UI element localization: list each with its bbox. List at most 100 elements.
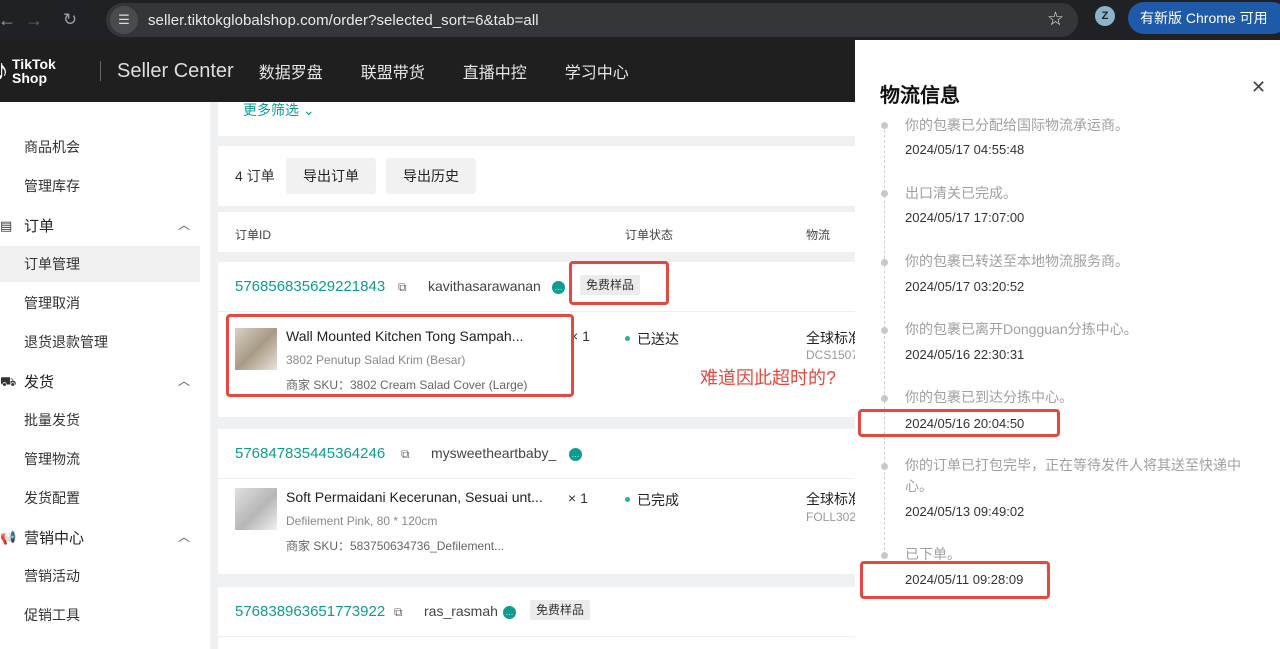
sidebar-item-shipping-settings[interactable]: 发货配置 [0,480,200,516]
site-settings-icon[interactable]: ☰ [110,6,138,34]
back-icon[interactable]: ← [0,10,16,31]
reload-icon[interactable]: ↻ [56,10,84,30]
order-status: 已完成 [625,490,679,510]
sidebar-item-returns-refunds[interactable]: 退货退款管理 [0,324,200,360]
logistics-service: 全球标准 [806,491,855,507]
filter-card: 更多筛选 ⌄ [218,102,855,136]
timeline-event-time: 2024/05/13 09:49:02 [905,504,1025,519]
sidebar-item-order-management[interactable]: 订单管理 [0,246,200,282]
order-icon: ▤ [0,218,13,233]
order-header-row: 576847835445364246 ⧉ mysweetheartbaby_ … [218,429,855,479]
logo-line-2: Shop [12,70,47,86]
chat-icon[interactable]: … [569,448,582,461]
product-thumbnail[interactable] [235,488,277,530]
sidebar-group-marketing[interactable]: 📢 营销中心 ︿ [0,519,200,555]
buyer-name: ras_rasmah [424,603,498,619]
app-header: ♪ TikTok Shop Seller Center 数据罗盘 联盟带货 直播… [0,40,855,102]
sidebar-group-shipping[interactable]: ⛟ 发货 ︿ [0,363,200,399]
chevron-up-icon: ︿ [177,374,190,388]
buyer-name: kavithasarawanan [428,278,541,294]
timeline-event-time: 2024/05/17 17:07:00 [905,210,1025,225]
product-sku: 商家 SKU：583750634736_Defilement... [286,539,505,553]
sidebar: 商品机会 管理库存 ▤ 订单 ︿ 订单管理 管理取消 退货退款管理 ⛟ 发货 ︿… [0,102,210,649]
timeline-event-text: 你的包裹已到达分拣中心。 [905,389,1073,405]
sidebar-item-campaigns[interactable]: 营销活动 [0,558,200,594]
order-id-link[interactable]: 576838963651773922 [235,603,385,620]
order-status: 已送达 [625,329,679,349]
header-divider [100,61,101,81]
product-title[interactable]: Soft Permaidani Kecerunan, Sesuai unt... [286,489,543,505]
logo-line-1: TikTok [12,56,56,72]
close-icon[interactable]: ✕ [1251,77,1266,98]
nav-affiliate[interactable]: 联盟带货 [361,59,425,83]
timeline-dot [881,463,888,470]
sidebar-item-bulk-shipping[interactable]: 批量发货 [0,402,200,438]
timeline-dot [881,190,888,197]
timeline-event-text: 出口清关已完成。 [905,185,1017,201]
timeline-event-time: 2024/05/17 04:55:48 [905,142,1025,157]
browser-toolbar: ← → ↻ ☰ seller.tiktokglobalshop.com/orde… [0,0,1280,40]
order-card: 576838963651773922 ⧉ ras_rasmah … 免费样品 [218,587,855,649]
copy-icon[interactable]: ⧉ [401,447,410,462]
megaphone-icon: 📢 [0,530,17,545]
logistics-drawer: 物流信息 ✕ 你的包裹已分配给国际物流承运商。 2024/05/17 04:55… [855,40,1280,649]
chevron-up-icon: ︿ [177,530,190,544]
sidebar-item-promotion-tools[interactable]: 促销工具 [0,597,200,633]
sidebar-item-product-opportunity[interactable]: 商品机会 [0,129,200,165]
chat-icon[interactable]: … [503,606,516,619]
annotation-box-order-time [860,561,1050,599]
copy-icon[interactable]: ⧉ [398,280,407,295]
nav-learning-center[interactable]: 学习中心 [565,59,629,83]
timeline-event-time: 2024/05/16 22:30:31 [905,347,1025,362]
url-text[interactable]: seller.tiktokglobalshop.com/order?select… [148,12,539,29]
quantity: × 1 [568,490,588,506]
chevron-up-icon: ︿ [177,218,190,232]
timeline-event-text: 你的包裹已离开Dongguan分拣中心。 [905,321,1138,337]
timeline-event-text: 你的包裹已分配给国际物流承运商。 [905,117,1129,133]
annotation-box-product [226,314,574,397]
bookmark-star-icon[interactable]: ☆ [1047,8,1064,31]
sidebar-item-manage-logistics[interactable]: 管理物流 [0,441,200,477]
order-toolbar: 4 订单 导出订单 导出历史 [218,146,855,206]
timeline-event-time: 2024/05/17 03:20:52 [905,279,1025,294]
profile-avatar[interactable]: Z [1095,6,1115,26]
product-variant: Defilement Pink, 80 * 120cm [286,514,438,528]
tiktok-shop-logo[interactable]: ♪ TikTok Shop [0,54,100,88]
col-logistics: 物流 [806,228,831,242]
nav-data-compass[interactable]: 数据罗盘 [259,59,323,83]
copy-icon[interactable]: ⧉ [394,605,403,620]
annotation-box-sorting-time [858,409,1060,437]
order-header-row: 576838963651773922 ⧉ ras_rasmah … 免费样品 [218,587,855,637]
chat-icon[interactable]: … [552,281,565,294]
forward-icon[interactable]: → [12,10,56,31]
address-bar[interactable]: ☰ seller.tiktokglobalshop.com/order?sele… [106,3,1078,37]
tracking-number[interactable]: DCS1507 [806,348,855,362]
order-list-panel: 更多筛选 ⌄ 4 订单 导出订单 导出历史 订单ID 订单状态 物流 57685… [210,102,855,649]
timeline-dot [881,395,888,402]
timeline-event-text: 你的订单已打包完毕，正在等待发件人将其送至快递中心。 [905,457,1241,494]
export-history-button[interactable]: 导出历史 [386,158,476,194]
nav-live-control[interactable]: 直播中控 [463,59,527,83]
timeline-dot [881,552,888,559]
sidebar-group-orders[interactable]: ▤ 订单 ︿ [0,207,200,243]
order-id-link[interactable]: 576847835445364246 [235,445,385,462]
free-sample-tag: 免费样品 [530,600,591,620]
timeline-dot [881,259,888,266]
sidebar-item-manage-inventory[interactable]: 管理库存 [0,168,200,204]
drawer-title: 物流信息 [880,85,960,107]
tracking-number[interactable]: FOLL302 [806,510,855,524]
buyer-name: mysweetheartbaby_ [431,445,557,461]
more-filters-link[interactable]: 更多筛选 ⌄ [243,102,315,120]
order-count: 4 订单 [235,168,275,184]
col-order-status: 订单状态 [625,228,674,242]
top-nav: 数据罗盘 联盟带货 直播中控 学习中心 [259,59,667,83]
timeline-event-text: 你的包裹已转送至本地物流服务商。 [905,253,1129,269]
product-name: Seller Center [117,59,234,82]
timeline-dot [881,327,888,334]
chrome-update-button[interactable]: 有新版 Chrome 可用 [1128,2,1280,34]
export-orders-button[interactable]: 导出订单 [286,158,376,194]
sidebar-item-manage-cancellations[interactable]: 管理取消 [0,285,200,321]
annotation-box-tag [569,261,669,305]
truck-icon: ⛟ [0,374,17,389]
order-id-link[interactable]: 576856835629221843 [235,278,385,295]
